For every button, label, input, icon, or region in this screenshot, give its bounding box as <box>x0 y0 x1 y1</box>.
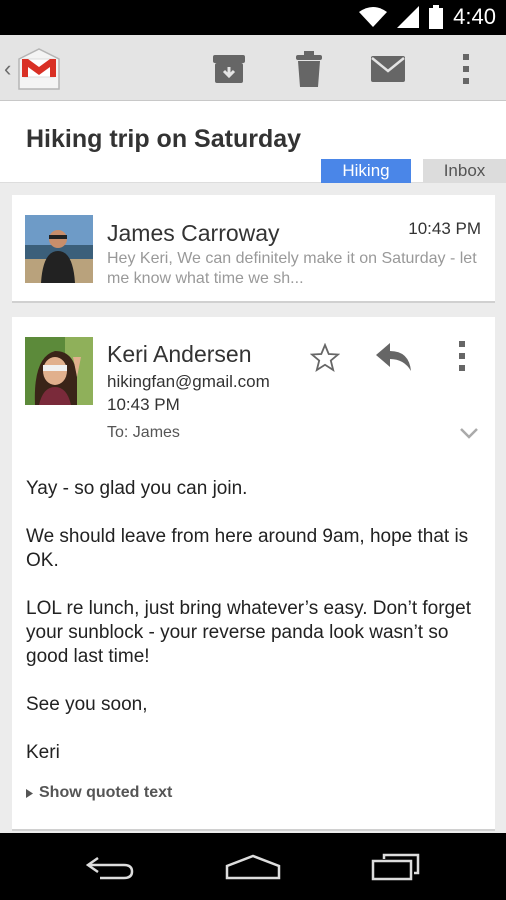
signal-icon <box>397 6 420 28</box>
recipients[interactable]: To: James <box>107 424 180 442</box>
archive-icon <box>213 55 245 83</box>
body-paragraph: We should leave from here around 9am, ho… <box>26 526 469 571</box>
archive-button[interactable] <box>209 50 249 88</box>
action-bar: ‹ <box>0 35 506 101</box>
battery-icon <box>429 5 444 29</box>
body-paragraph: Keri <box>26 742 60 763</box>
chevron-left-icon: ‹ <box>4 56 12 81</box>
recents-icon <box>371 853 420 881</box>
more-vert-icon <box>463 54 469 84</box>
subject-header: Hiking trip on Saturday Hiking Inbox <box>0 101 506 183</box>
navigation-bar <box>0 833 506 900</box>
back-button[interactable] <box>76 845 146 889</box>
star-icon <box>310 343 340 372</box>
reply-button[interactable] <box>374 339 414 375</box>
sender-name: James Carroway <box>107 220 280 246</box>
status-time: 4:40 <box>453 4 496 29</box>
avatar <box>25 215 93 283</box>
sender-name: Keri Andersen <box>107 341 252 367</box>
chevron-down-icon <box>460 428 478 439</box>
avatar <box>25 337 93 405</box>
triangle-right-icon <box>26 788 33 798</box>
gmail-logo-icon <box>18 48 60 90</box>
body-paragraph: See you soon, <box>26 694 148 715</box>
show-quoted-text-link[interactable]: Show quoted text <box>26 784 172 802</box>
body-paragraph: Yay - so glad you can join. <box>26 478 248 499</box>
home-icon <box>225 854 281 880</box>
thread-subject: Hiking trip on Saturday <box>26 125 302 153</box>
message-body: Yay - so glad you can join. We should le… <box>26 477 476 789</box>
up-navigation[interactable]: ‹ <box>4 45 66 93</box>
reply-icon <box>376 343 411 371</box>
overflow-menu-button[interactable] <box>446 50 486 88</box>
show-quoted-label: Show quoted text <box>39 784 173 801</box>
label-hiking[interactable]: Hiking <box>321 159 411 183</box>
message-snippet: Hey Keri, We can definitely make it on S… <box>107 250 477 287</box>
mark-unread-button[interactable] <box>368 50 408 88</box>
back-icon <box>86 856 134 880</box>
home-button[interactable] <box>218 845 288 889</box>
star-button[interactable] <box>308 341 342 375</box>
body-paragraph: LOL re lunch, just bring whatever’s easy… <box>26 598 471 667</box>
message-expanded: Keri Andersen hikingfan@gmail.com 10:43 … <box>12 317 495 831</box>
message-collapsed[interactable]: James Carroway 10:43 PM Hey Keri, We can… <box>12 195 495 303</box>
status-bar: 4:40 <box>0 0 506 35</box>
expand-details-button[interactable] <box>458 425 480 441</box>
envelope-icon <box>371 56 405 82</box>
recents-button[interactable] <box>360 845 430 889</box>
label-inbox[interactable]: Inbox <box>423 159 506 183</box>
message-time: 10:43 PM <box>107 395 180 414</box>
delete-button[interactable] <box>289 50 329 88</box>
wifi-icon <box>359 7 388 27</box>
message-overflow-button[interactable] <box>452 339 472 373</box>
more-vert-icon <box>459 341 465 371</box>
message-time: 10:43 PM <box>408 219 481 238</box>
trash-icon <box>296 51 322 87</box>
conversation-view: Hiking trip on Saturday Hiking Inbox Jam… <box>0 101 506 833</box>
sender-email: hikingfan@gmail.com <box>107 372 270 391</box>
